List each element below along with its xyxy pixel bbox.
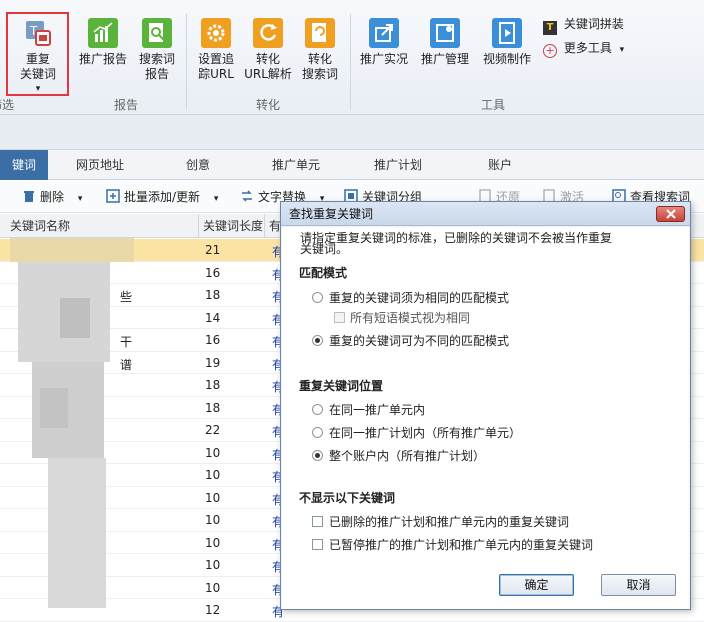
batch-add-button[interactable]: 批量添加/更新 ▾	[106, 188, 218, 206]
tab-keywords[interactable]: 键词	[0, 150, 48, 180]
pos-plan-label[interactable]: 在同一推广计划内（所有推广单元）	[329, 424, 521, 441]
column-header-length[interactable]: 关键词长度	[199, 214, 265, 238]
keyword-length-cell: 10	[205, 558, 221, 572]
match-section-title: 匹配模式	[299, 266, 348, 280]
keyword-length-cell: 10	[205, 490, 221, 505]
phrase-same-label[interactable]: 所有短语模式视为相同	[350, 309, 470, 326]
close-button[interactable]	[656, 206, 685, 222]
keyword-length-cell: 18	[205, 288, 221, 302]
search-term-report-label: 搜索词 报告	[138, 52, 175, 81]
keyword-length-cell: 10	[205, 445, 221, 460]
gear-icon	[201, 18, 231, 48]
column-header-keyword[interactable]: 关键词名称	[6, 214, 199, 238]
add-icon	[106, 189, 120, 203]
replace-icon	[240, 189, 254, 203]
more-tools-label: 更多工具	[563, 41, 612, 55]
ribbon: T 重复 关键词 ▾ 推广报告 搜索词 报告 设置追 踪URL 转化 URL解析…	[0, 0, 704, 115]
cancel-button[interactable]: 取消	[601, 574, 676, 596]
conversion-url-label: 转化 URL解析	[244, 52, 292, 81]
dialog-title: 查找重复关键词	[281, 202, 690, 226]
delete-button[interactable]: 删除 ▾	[22, 188, 82, 206]
phrase-same-checkbox[interactable]	[334, 312, 345, 323]
blurred-keyword-area	[10, 238, 150, 610]
video-make-label: 视频制作	[482, 52, 531, 66]
duplicate-keyword-button[interactable]: T 重复 关键词 ▾	[8, 14, 68, 94]
conversion-search-label: 转化 搜索词	[301, 52, 338, 81]
more-tools-button[interactable]: + 更多工具 ▾	[543, 41, 633, 59]
group-separator	[186, 14, 187, 110]
manage-icon	[430, 18, 460, 48]
pos-plan-radio[interactable]	[312, 427, 323, 438]
keyword-assemble-button[interactable]: T 关键词拼装	[543, 17, 633, 35]
keyword-length-cell: 14	[205, 310, 221, 325]
tab-url[interactable]: 网页地址	[60, 150, 140, 180]
dialog-intro-line2: 关键词。	[300, 242, 349, 256]
keyword-length-cell: 16	[205, 265, 221, 280]
keyword-length-cell: 21	[205, 243, 221, 257]
group-separator	[350, 14, 351, 110]
share-icon	[369, 18, 399, 48]
hide-deleted-checkbox[interactable]	[312, 516, 323, 527]
pos-unit-label[interactable]: 在同一推广单元内	[329, 401, 425, 418]
batch-add-label: 批量添加/更新	[124, 190, 201, 204]
ribbon-band	[0, 115, 704, 150]
refresh-icon	[253, 18, 283, 48]
group-label-conversion: 转化	[256, 98, 281, 112]
tab-bar: 键词 网页地址 创意 推广单元 推广计划 账户	[0, 150, 704, 180]
find-duplicate-dialog: 查找重复关键词 请指定重复关键词的标准，已删除的关键词不会被当作重复 关键词。 …	[280, 201, 691, 610]
tab-ad-unit[interactable]: 推广单元	[256, 150, 336, 180]
hide-section-title: 不显示以下关键词	[299, 491, 396, 505]
pos-unit-radio[interactable]	[312, 404, 323, 415]
keyword-length-cell: 10	[205, 468, 221, 482]
keyword-length-cell: 18	[205, 400, 221, 415]
hide-paused-checkbox[interactable]	[312, 539, 323, 550]
keyword-length-cell: 10	[205, 535, 221, 550]
match-diff-label[interactable]: 重复的关键词可为不同的匹配模式	[329, 332, 509, 349]
chevron-down-icon: ▾	[619, 45, 625, 55]
group-label-report: 报告	[114, 98, 139, 112]
tab-creative[interactable]: 创意	[168, 150, 228, 180]
bar-chart-icon	[88, 18, 118, 48]
keyword-length-cell: 16	[205, 333, 221, 347]
plus-circle-icon: +	[543, 44, 557, 58]
search-report-icon	[142, 18, 172, 48]
keyword-assemble-label: 关键词拼装	[563, 17, 624, 31]
t-icon: T	[543, 21, 557, 35]
match-diff-radio[interactable]	[312, 335, 323, 346]
group-label-tools: 工具	[481, 98, 506, 112]
match-same-radio[interactable]	[312, 292, 323, 303]
convert-search-icon	[305, 18, 335, 48]
chevron-down-icon[interactable]: ▾	[78, 194, 83, 204]
trash-icon	[22, 189, 36, 203]
pos-account-radio[interactable]	[312, 450, 323, 461]
duplicate-keyword-label: 重复 关键词	[19, 52, 56, 81]
film-icon	[492, 18, 522, 48]
tab-account[interactable]: 账户	[470, 150, 530, 180]
chevron-down-icon[interactable]: ▾	[214, 194, 219, 204]
chevron-down-icon: ▾	[35, 84, 41, 94]
ok-button[interactable]: 确定	[499, 574, 574, 596]
promotion-live-label: 推广实况	[359, 52, 408, 66]
match-same-label[interactable]: 重复的关键词须为相同的匹配模式	[329, 289, 509, 306]
position-section-title: 重复关键词位置	[299, 379, 384, 393]
hide-paused-label[interactable]: 已暂停推广的推广计划和推广单元内的重复关键词	[329, 536, 593, 553]
keyword-length-cell: 19	[205, 355, 221, 370]
group-label-filter: 筛选	[0, 98, 15, 112]
delete-label: 删除	[40, 190, 65, 204]
keyword-length-cell: 10	[205, 580, 221, 595]
hide-deleted-label[interactable]: 已删除的推广计划和推广单元内的重复关键词	[329, 513, 569, 530]
promotion-manage-label: 推广管理	[420, 52, 469, 66]
tab-plan[interactable]: 推广计划	[358, 150, 438, 180]
dialog-body: 请指定重复关键词的标准，已删除的关键词不会被当作重复 关键词。 匹配模式 重复的…	[282, 227, 689, 609]
promotion-report-label: 推广报告	[78, 52, 127, 66]
pos-account-label[interactable]: 整个账户内（所有推广计划）	[329, 447, 485, 464]
tracking-url-label: 设置追 踪URL	[197, 52, 234, 81]
close-icon	[665, 209, 676, 219]
keyword-length-cell: 22	[205, 423, 221, 437]
keyword-length-cell: 12	[205, 603, 221, 617]
duplicate-keyword-icon: T	[23, 18, 53, 48]
keyword-length-cell: 18	[205, 378, 221, 392]
keyword-length-cell: 10	[205, 513, 221, 527]
